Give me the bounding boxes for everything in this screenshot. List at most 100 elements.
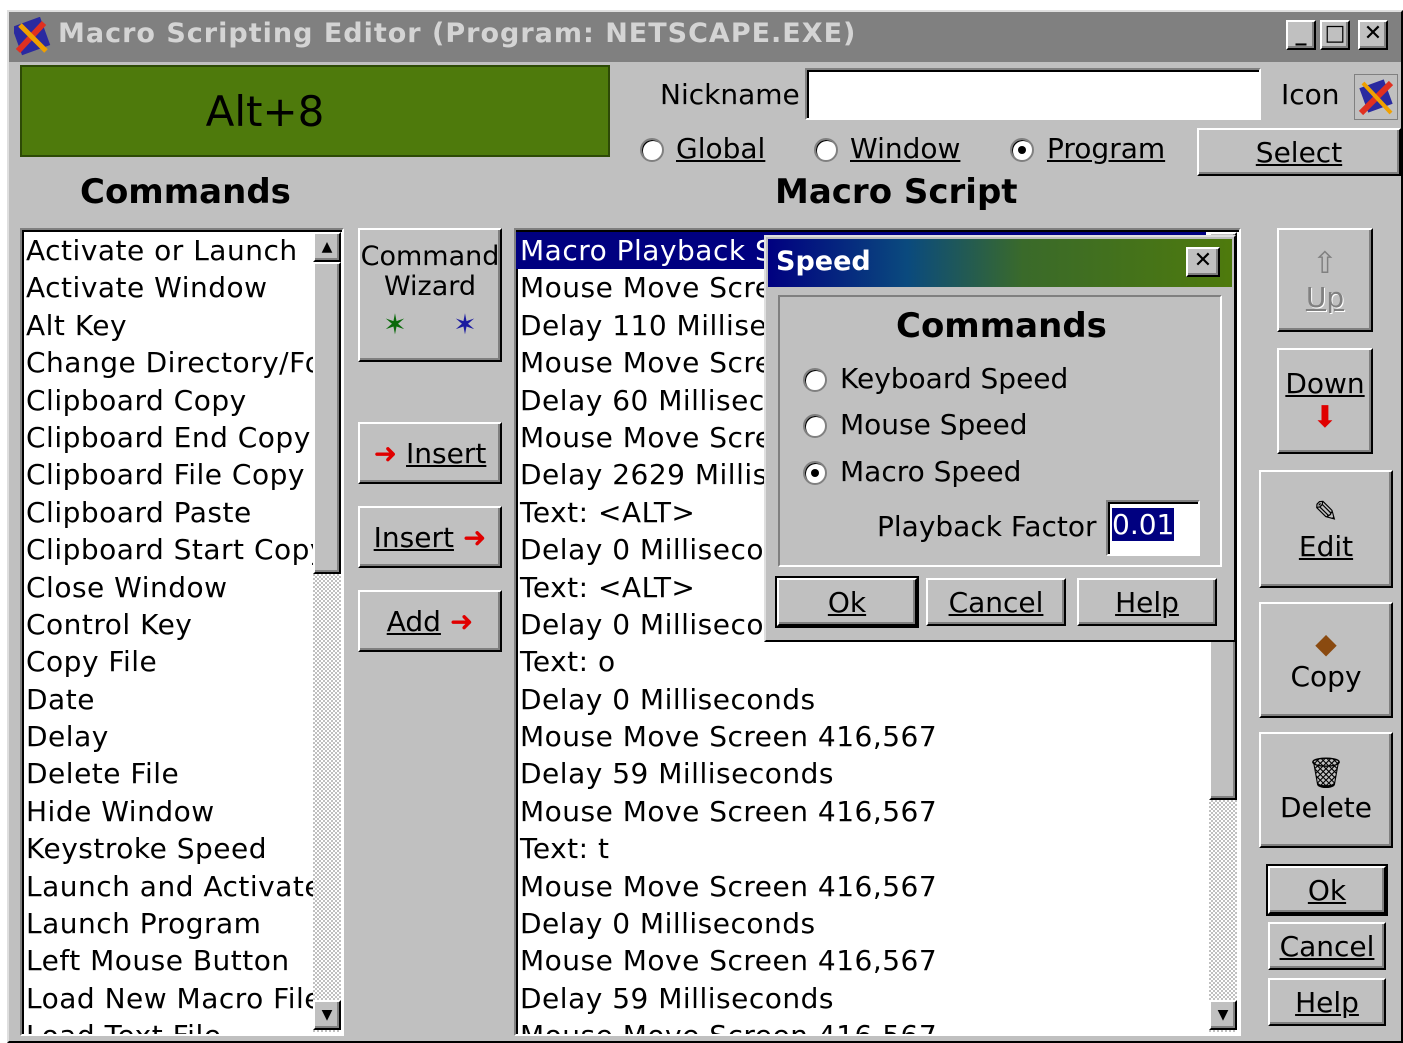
macro-script-heading: Macro Script [775, 172, 1018, 212]
script-list-item[interactable]: Text: t [516, 830, 1206, 867]
arrow-up-icon: ⇧ [1312, 246, 1338, 281]
icon-label: Icon [1281, 78, 1340, 111]
radio-mouse-speed-label[interactable]: Mouse Speed [840, 408, 1028, 441]
wizard-run-icon: ✶ [453, 308, 477, 341]
radio-mouse-speed[interactable] [803, 414, 827, 438]
command-wizard-button[interactable]: Command Wizard ✶ ✶ [358, 228, 502, 362]
radio-keyboard-speed[interactable] [803, 368, 827, 392]
radio-macro-speed-label[interactable]: Macro Speed [840, 455, 1021, 488]
commands-heading: Commands [80, 172, 291, 212]
command-list-item[interactable]: Delay [22, 718, 312, 755]
command-list-item[interactable]: Activate or Launch [22, 232, 312, 269]
command-list-item[interactable]: Clipboard File Copy [22, 456, 312, 493]
script-list-item[interactable]: Mouse Move Screen 416,567 [516, 942, 1206, 979]
script-list-item[interactable]: Text: o [516, 643, 1206, 680]
command-list-item[interactable]: Clipboard Start Copy [22, 531, 326, 568]
hotkey-display[interactable]: Alt+8 [20, 65, 610, 157]
wizard-icon: ✶ [383, 308, 407, 341]
close-icon: ✕ [1363, 21, 1383, 46]
radio-keyboard-speed-label[interactable]: Keyboard Speed [840, 362, 1068, 395]
command-list-item[interactable]: Load New Macro File [22, 980, 322, 1017]
help-button[interactable]: Help [1268, 978, 1386, 1026]
edit-icon: ✎ [1313, 495, 1339, 530]
select-button[interactable]: Select [1197, 128, 1401, 176]
insert-right-button[interactable]: Insert ➜ [358, 506, 502, 568]
arrow-down-icon: ⬇ [1312, 400, 1338, 435]
radio-window[interactable] [814, 138, 838, 162]
playback-factor-input[interactable]: 0.01 [1106, 500, 1200, 556]
window-title: Macro Scripting Editor (Program: NETSCAP… [58, 18, 857, 49]
speed-group-heading: Commands [896, 306, 1107, 346]
command-list-item[interactable]: Hide Window [22, 793, 312, 830]
edit-button[interactable]: ✎ Edit [1259, 470, 1393, 588]
script-list-item[interactable]: Mouse Move Screen 416,567 [516, 1017, 1206, 1034]
command-list-item[interactable]: Change Directory/Fol [22, 344, 330, 381]
playback-factor-label: Playback Factor [877, 510, 1097, 543]
up-button[interactable]: ⇧ Up [1277, 228, 1373, 332]
close-button[interactable]: ✕ [1358, 20, 1388, 50]
radio-global[interactable] [640, 138, 664, 162]
delete-button[interactable]: 🗑 Delete [1259, 732, 1393, 848]
radio-macro-speed[interactable] [803, 461, 827, 485]
arrow-right-icon: ➜ [373, 436, 398, 470]
trash-icon: 🗑 [1306, 756, 1346, 791]
script-list-item[interactable]: Mouse Move Screen 416,567 [516, 793, 1206, 830]
radio-program[interactable] [1010, 138, 1034, 162]
script-list-item[interactable]: Delay 59 Milliseconds [516, 980, 1206, 1017]
command-list-item[interactable]: Clipboard Copy [22, 382, 312, 419]
command-list-item[interactable]: Control Key [22, 606, 312, 643]
script-scroll-down-button[interactable]: ▼ [1209, 1000, 1237, 1030]
script-list-item[interactable]: Mouse Move Screen 416,567 [516, 868, 1206, 905]
script-list-item[interactable]: Delay 0 Milliseconds [516, 905, 1206, 942]
nickname-input[interactable] [805, 68, 1261, 120]
minimize-button[interactable]: _ [1286, 20, 1316, 50]
scroll-down-icon: ▼ [1217, 1007, 1229, 1023]
command-list-item[interactable]: Date [22, 681, 312, 718]
hotkey-label: Alt+8 [205, 86, 325, 136]
script-list-item[interactable]: Delay 0 Milliseconds [516, 681, 1206, 718]
maximize-icon: □ [1324, 21, 1346, 46]
radio-window-label[interactable]: Window [850, 132, 960, 165]
command-list-item[interactable]: Clipboard Paste [22, 494, 312, 531]
scroll-thumb[interactable] [313, 262, 341, 574]
scroll-down-button[interactable]: ▼ [313, 1000, 341, 1030]
copy-button[interactable]: ◆ Copy [1259, 602, 1393, 718]
down-button[interactable]: Down ⬇ [1277, 348, 1373, 454]
cancel-button[interactable]: Cancel [1268, 922, 1386, 970]
add-button[interactable]: Add ➜ [358, 590, 502, 652]
command-list-item[interactable]: Launch Program [22, 905, 312, 942]
command-list-item[interactable]: Launch and Activate [22, 868, 322, 905]
command-list-item[interactable]: Keystroke Speed [22, 830, 312, 867]
command-list-item[interactable]: Load Text File [22, 1017, 312, 1034]
app-icon [11, 16, 52, 57]
speed-help-button[interactable]: Help [1077, 578, 1217, 626]
command-list-item[interactable]: Left Mouse Button [22, 942, 312, 979]
script-list-item[interactable]: Delay 59 Milliseconds [516, 755, 1206, 792]
minimize-icon: _ [1295, 21, 1307, 46]
command-list-item[interactable]: Copy File [22, 643, 312, 680]
script-list-item[interactable]: Mouse Move Screen 416,567 [516, 718, 1206, 755]
insert-left-button[interactable]: ➜ Insert [358, 422, 502, 484]
speed-ok-button[interactable]: Ok [775, 576, 919, 628]
close-icon: ✕ [1193, 248, 1213, 273]
ok-button[interactable]: Ok [1266, 864, 1388, 916]
scroll-up-icon: ▲ [321, 239, 333, 255]
radio-global-label[interactable]: Global [676, 132, 765, 165]
playback-factor-value: 0.01 [1112, 508, 1175, 541]
command-list-item[interactable]: Delete File [22, 755, 312, 792]
commands-listbox[interactable]: Activate or Launch Activate Window Alt Key… [20, 228, 344, 1036]
wizard-label-line1: Command [360, 242, 500, 272]
radio-program-label[interactable]: Program [1047, 132, 1165, 165]
maximize-button[interactable]: □ [1320, 20, 1350, 50]
command-list-item[interactable]: Close Window [22, 569, 312, 606]
command-list-item[interactable]: Activate Window [22, 269, 312, 306]
command-list-item[interactable]: Clipboard End Copy [22, 419, 312, 456]
macro-icon-picker[interactable] [1354, 74, 1398, 120]
speed-dialog-title: Speed [776, 246, 871, 277]
copy-icon: ◆ [1315, 627, 1337, 660]
scroll-up-button[interactable]: ▲ [313, 232, 341, 262]
command-list-item[interactable]: Alt Key [22, 307, 312, 344]
speed-dialog-close-button[interactable]: ✕ [1186, 247, 1220, 277]
speed-cancel-button[interactable]: Cancel [926, 578, 1066, 626]
commands-scrollbar[interactable]: ▲ ▼ [313, 232, 341, 1032]
